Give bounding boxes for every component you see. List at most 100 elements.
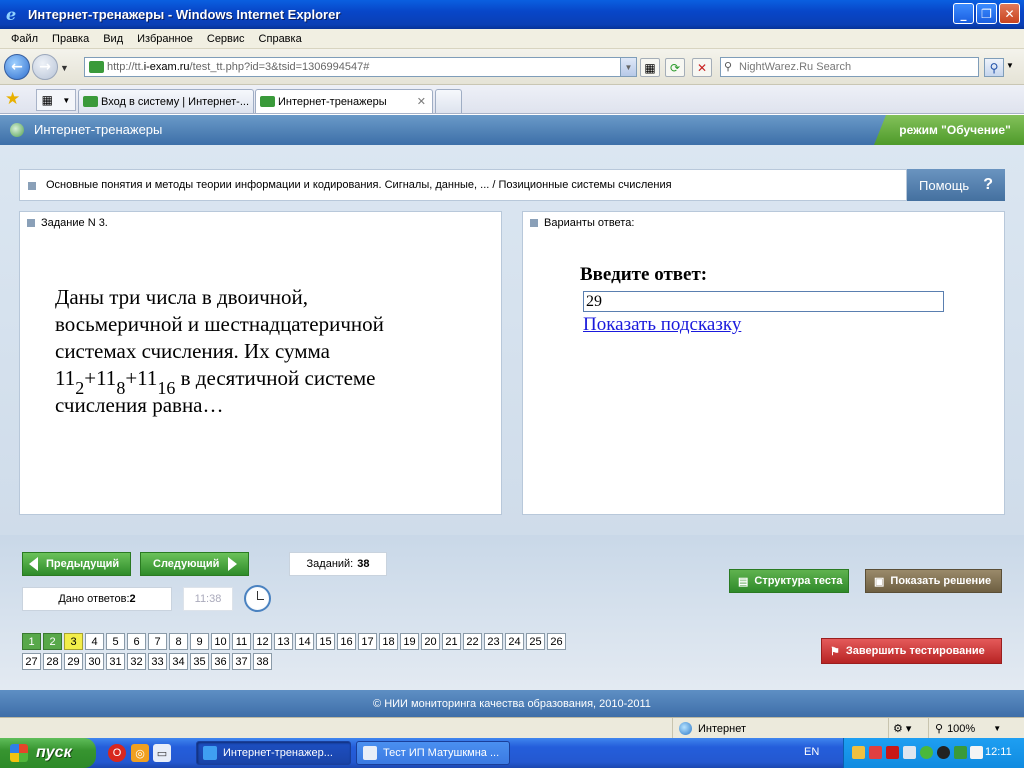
tab-trainers[interactable]: Интернет-тренажеры ✕ [255, 89, 433, 113]
zoom-level: 100% [947, 722, 976, 735]
stop-icon[interactable]: ✕ [692, 58, 712, 77]
start-button[interactable]: пуск [0, 738, 96, 768]
menu-edit[interactable]: Правка [45, 33, 96, 45]
maximize-button[interactable]: ❐ [976, 3, 997, 24]
tray-network-icon[interactable] [869, 746, 882, 759]
menu-tools[interactable]: Сервис [200, 33, 252, 45]
taskbar-item-ie[interactable]: Интернет-тренажер... [196, 741, 351, 765]
tray-app-icon[interactable] [852, 746, 865, 759]
taskbar-item-word[interactable]: Тест ИП Матушкмна ... [356, 741, 510, 765]
search-options-icon[interactable]: ▼ [1006, 61, 1014, 70]
opera-icon[interactable]: O [108, 744, 126, 762]
tab-close-icon[interactable]: ✕ [417, 95, 426, 108]
question-cell-2[interactable]: 2 [43, 633, 62, 650]
chevron-down-icon: ▼ [62, 95, 71, 105]
protected-mode-icon[interactable]: ⚙ ▾ [888, 718, 911, 739]
security-zone[interactable]: Интернет [672, 718, 746, 739]
question-cell-22[interactable]: 22 [463, 633, 482, 650]
finish-test-button[interactable]: ⚑ Завершить тестирование [821, 638, 1002, 664]
question-cell-36[interactable]: 36 [211, 653, 230, 670]
question-cell-11[interactable]: 11 [232, 633, 251, 650]
breadcrumb: Основные понятия и методы теории информа… [19, 169, 907, 201]
new-tab-button[interactable] [435, 89, 462, 113]
forward-button[interactable]: → [32, 54, 58, 80]
previous-label: Предыдущий [46, 558, 120, 570]
menu-favorites[interactable]: Избранное [130, 33, 200, 45]
question-cell-34[interactable]: 34 [169, 653, 188, 670]
language-indicator[interactable]: EN [804, 746, 819, 758]
favorites-star-icon[interactable]: ★ [5, 89, 20, 109]
navigation-area: Предыдущий Следующий Заданий: 38 Дано от… [0, 535, 1024, 690]
previous-button[interactable]: Предыдущий [22, 552, 131, 576]
question-cell-28[interactable]: 28 [43, 653, 62, 670]
refresh-icon[interactable]: ⟳ [665, 58, 685, 77]
next-button[interactable]: Следующий [140, 552, 249, 576]
question-cell-30[interactable]: 30 [85, 653, 104, 670]
question-cell-1[interactable]: 1 [22, 633, 41, 650]
question-cell-10[interactable]: 10 [211, 633, 230, 650]
question-cell-26[interactable]: 26 [547, 633, 566, 650]
tab-login[interactable]: Вход в систему | Интернет-... [78, 89, 254, 113]
question-cell-23[interactable]: 23 [484, 633, 503, 650]
show-desktop-icon[interactable]: ▭ [153, 744, 171, 762]
menu-file[interactable]: Файл [4, 33, 45, 45]
media-icon[interactable]: ◎ [131, 744, 149, 762]
question-row: 27 28 29 30 31 32 33 34 35 36 37 38 [22, 653, 568, 670]
question-cell-19[interactable]: 19 [400, 633, 419, 650]
question-cell-5[interactable]: 5 [106, 633, 125, 650]
show-hint-link[interactable]: Показать подсказку [583, 314, 741, 336]
history-dropdown-icon[interactable]: ▼ [60, 63, 69, 73]
zoom-control[interactable]: ⚲ 100% ▼ [928, 718, 1001, 739]
question-cell-17[interactable]: 17 [358, 633, 377, 650]
question-cell-38[interactable]: 38 [253, 653, 272, 670]
tray-sync-icon[interactable] [920, 746, 933, 759]
question-cell-18[interactable]: 18 [379, 633, 398, 650]
search-button[interactable]: ⚲ [984, 58, 1004, 77]
address-dropdown-icon[interactable]: ▼ [620, 58, 636, 76]
question-cell-20[interactable]: 20 [421, 633, 440, 650]
menu-help[interactable]: Справка [252, 33, 309, 45]
question-icon: ? [983, 176, 993, 193]
help-button[interactable]: Помощь ? [907, 169, 1005, 201]
question-cell-27[interactable]: 27 [22, 653, 41, 670]
question-cell-7[interactable]: 7 [148, 633, 167, 650]
question-cell-24[interactable]: 24 [505, 633, 524, 650]
close-button[interactable]: ✕ [999, 3, 1020, 24]
question-cell-4[interactable]: 4 [85, 633, 104, 650]
kaspersky-icon[interactable] [886, 746, 899, 759]
question-cell-9[interactable]: 9 [190, 633, 209, 650]
tray-shield-icon[interactable] [954, 746, 967, 759]
question-cell-31[interactable]: 31 [106, 653, 125, 670]
volume-icon[interactable] [903, 746, 916, 759]
question-cell-16[interactable]: 16 [337, 633, 356, 650]
menu-view[interactable]: Вид [96, 33, 130, 45]
question-cell-37[interactable]: 37 [232, 653, 251, 670]
minimize-button[interactable]: _ [953, 3, 974, 24]
question-cell-33[interactable]: 33 [148, 653, 167, 670]
question-cell-35[interactable]: 35 [190, 653, 209, 670]
question-cell-25[interactable]: 25 [526, 633, 545, 650]
address-input[interactable]: http://tt. i-exam.ru/test_tt.php?id=3&tsi… [84, 57, 637, 77]
answer-input[interactable]: 29 [583, 291, 944, 312]
question-cell-32[interactable]: 32 [127, 653, 146, 670]
question-cell-15[interactable]: 15 [316, 633, 335, 650]
question-cell-14[interactable]: 14 [295, 633, 314, 650]
question-cell-12[interactable]: 12 [253, 633, 272, 650]
question-cell-8[interactable]: 8 [169, 633, 188, 650]
tray-doc-icon[interactable] [970, 746, 983, 759]
task-number: Задание N 3. [41, 217, 108, 229]
search-input[interactable]: ⚲ NightWarez.Ru Search [720, 57, 979, 77]
back-button[interactable]: ← [4, 54, 30, 80]
question-cell-3[interactable]: 3 [64, 633, 83, 650]
question-cell-13[interactable]: 13 [274, 633, 293, 650]
url-prefix: http://tt. [107, 61, 144, 73]
question-cell-6[interactable]: 6 [127, 633, 146, 650]
show-solution-button[interactable]: ▣ Показать решение [865, 569, 1002, 593]
compat-view-icon[interactable]: ▦ [640, 58, 660, 77]
test-structure-button[interactable]: ▤ Структура теста [729, 569, 849, 593]
question-cell-21[interactable]: 21 [442, 633, 461, 650]
bullet-icon [28, 182, 36, 190]
quick-tabs-button[interactable]: ▦ ▼ [36, 89, 76, 111]
question-cell-29[interactable]: 29 [64, 653, 83, 670]
tray-media-icon[interactable] [937, 746, 950, 759]
